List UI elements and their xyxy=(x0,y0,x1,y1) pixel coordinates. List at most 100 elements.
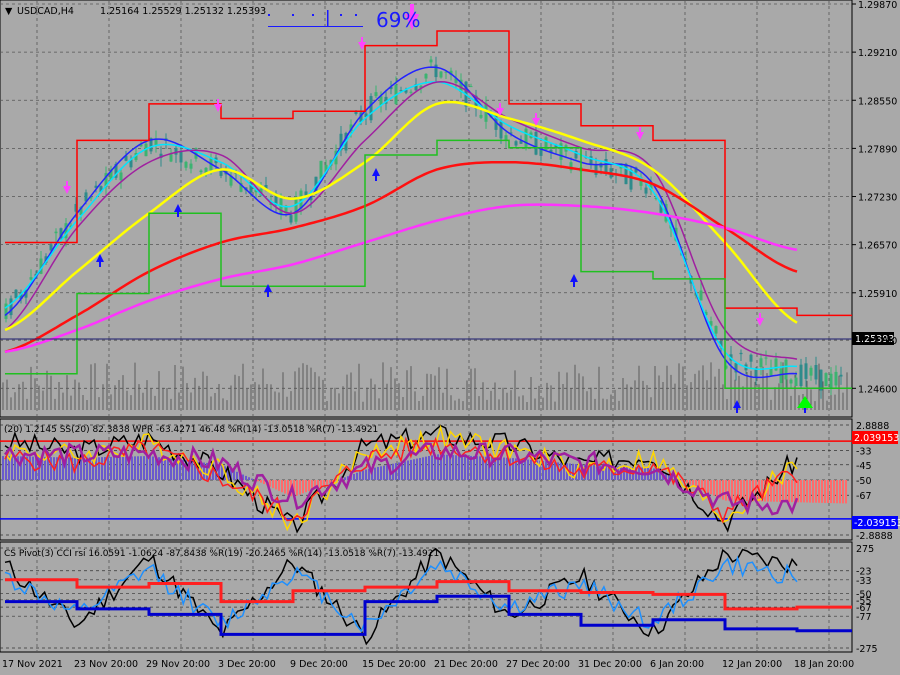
chart-ohlc: 1.25164 1.25529 1.25132 1.25393 xyxy=(100,6,266,17)
candle-body xyxy=(9,298,13,316)
price-tick-label: 1.27230 xyxy=(858,193,897,204)
candle-body xyxy=(799,364,803,387)
time-tick-label: 9 Dec 20:00 xyxy=(290,659,348,670)
price-tick-label: 1.28550 xyxy=(858,96,897,107)
price-tick-label: 1.27890 xyxy=(858,144,897,155)
candle-body xyxy=(174,147,178,155)
time-tick-label: 31 Dec 20:00 xyxy=(578,659,642,670)
candle-body xyxy=(499,121,503,139)
pivot-tick-label: 275 xyxy=(856,544,874,555)
candle-body xyxy=(819,369,823,391)
pivot-legend: CS Pivot(3) CCI rsi 16.0591 -1.0624 -87.… xyxy=(4,549,439,559)
time-tick-label: 18 Jan 20:00 xyxy=(794,659,854,670)
candle-body xyxy=(504,135,508,141)
candle-body xyxy=(354,112,358,114)
price-tick-label: 1.26570 xyxy=(858,241,897,252)
candle-body xyxy=(54,231,58,234)
pivot-tick-label: -33 xyxy=(856,576,872,587)
candle-body xyxy=(839,374,843,377)
price-tick-label: 1.24600 xyxy=(858,384,897,395)
candle-body xyxy=(784,359,788,380)
candle-body xyxy=(319,160,323,179)
pivot-tick-label: -77 xyxy=(856,612,872,623)
candle-body xyxy=(514,141,518,146)
candle-body xyxy=(789,379,793,384)
candle-body xyxy=(289,215,293,223)
osc-tick-label: -45 xyxy=(856,461,872,472)
candle-body xyxy=(189,163,193,169)
time-tick-label: 29 Nov 20:00 xyxy=(146,659,210,670)
time-tick-label: 12 Jan 20:00 xyxy=(722,659,782,670)
candle-body xyxy=(184,161,188,168)
time-tick-label: 15 Dec 20:00 xyxy=(362,659,426,670)
candle-body xyxy=(374,92,378,97)
candle-body xyxy=(804,363,808,379)
candle-body xyxy=(764,357,768,359)
candle-body xyxy=(629,169,633,190)
main-panel-bg xyxy=(0,0,853,418)
candle-body xyxy=(29,277,33,280)
osc-tick-label: -33 xyxy=(856,446,872,457)
candle-body xyxy=(604,159,608,173)
candle-body xyxy=(179,150,183,163)
price-axis: 1.29870 1.29210 1.28550 1.27890 1.27230 1.265… xyxy=(852,0,897,395)
candle-body xyxy=(424,73,428,79)
candle-body xyxy=(754,369,758,378)
candle-body xyxy=(14,289,18,299)
probability-label: 69% xyxy=(376,8,420,32)
candle-body xyxy=(714,326,718,334)
candle-body xyxy=(814,365,818,380)
time-tick-label: 6 Jan 20:00 xyxy=(650,659,704,670)
time-tick-label: 21 Dec 20:00 xyxy=(434,659,498,670)
time-tick-label: 23 Nov 20:00 xyxy=(74,659,138,670)
candle-body xyxy=(779,368,783,384)
osc-tick-label: 2.8888 xyxy=(856,421,889,432)
candle-body xyxy=(824,373,828,387)
candle-body xyxy=(439,71,443,78)
candle-body xyxy=(534,131,538,155)
time-tick-label: 17 Nov 2021 xyxy=(2,659,63,670)
candle-body xyxy=(809,367,813,376)
price-tick-label: 1.25910 xyxy=(858,289,897,300)
time-tick-label: 3 Dec 20:00 xyxy=(218,659,276,670)
osc-tick-label: -67 xyxy=(856,491,872,502)
oscillator-legend: (20) 1.2145 SS(20) 82.3838 WPR -63.4271 … xyxy=(4,425,378,435)
candle-body xyxy=(119,172,123,181)
candle-body xyxy=(699,290,703,301)
candle-body xyxy=(829,373,833,390)
candle-body xyxy=(834,371,838,386)
candle-body xyxy=(199,170,203,173)
osc-bottom-badge-label: -2.039153 xyxy=(854,518,900,529)
candle-body xyxy=(749,354,753,362)
chart-symbol: USDCAD,H4 xyxy=(17,6,74,17)
candle-body xyxy=(769,368,773,376)
time-tick-label: 27 Dec 20:00 xyxy=(506,659,570,670)
pivot-tick-label: -275 xyxy=(856,644,878,655)
price-tick-label: 1.25260 xyxy=(858,336,897,347)
time-axis: 17 Nov 2021 23 Nov 20:00 29 Nov 20:00 3 Dec… xyxy=(2,659,854,670)
candle-body xyxy=(219,170,223,176)
candle-body xyxy=(299,190,303,209)
candle-body xyxy=(524,128,528,147)
candle-body xyxy=(479,114,483,118)
candle-body xyxy=(169,154,173,162)
candle-body xyxy=(294,196,298,222)
candle-body xyxy=(774,358,778,371)
price-tick-label: 1.29870 xyxy=(858,0,897,11)
candle-body xyxy=(594,165,598,175)
candle-body xyxy=(644,187,648,194)
price-tick-label: 1.29210 xyxy=(858,48,897,59)
candle-body xyxy=(469,86,473,88)
osc-tick-label: -2.8888 xyxy=(856,531,893,542)
candle-body xyxy=(409,91,413,93)
chart-svg: 1.25393 2.039153 -2.039153 ▼ USDCAD,H4 1… xyxy=(0,0,900,670)
pivot-axis: 275-23-33-50-55-67-77-275 xyxy=(856,544,878,655)
osc-top-badge-label: 2.039153 xyxy=(854,433,899,444)
candle-body xyxy=(369,96,373,121)
candle-body xyxy=(429,59,433,63)
candle-body xyxy=(739,352,743,355)
candle-body xyxy=(759,358,763,367)
candle-body xyxy=(794,377,798,386)
osc-tick-label: -50 xyxy=(856,476,872,487)
candle-body xyxy=(624,163,628,185)
